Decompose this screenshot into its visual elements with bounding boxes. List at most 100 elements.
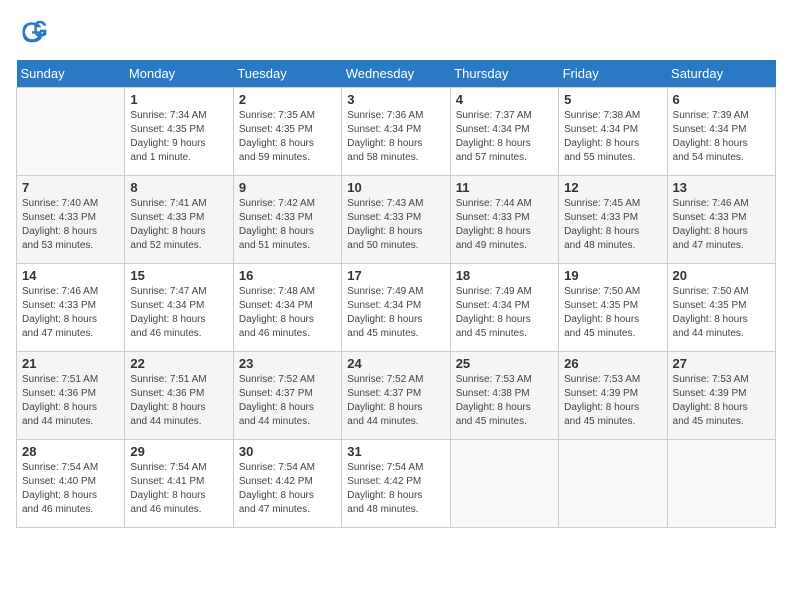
day-info: Sunrise: 7:54 AM Sunset: 4:41 PM Dayligh… — [130, 461, 227, 517]
week-row-3: 14 Sunrise: 7:46 AM Sunset: 4:33 PM Dayli… — [17, 264, 776, 352]
logo-icon — [16, 16, 48, 48]
day-cell: 19Sunrise: 7:50 AM Sunset: 4:35 PM Dayli… — [559, 264, 667, 352]
day-cell: 27Sunrise: 7:53 AM Sunset: 4:39 PM Dayli… — [667, 352, 775, 440]
day-number: 1 — [130, 92, 227, 107]
day-info: Sunrise: 7:50 AM Sunset: 4:35 PM Dayligh… — [564, 285, 661, 341]
day-cell: 22 Sunrise: 7:51 AM Sunset: 4:36 PM Dayli… — [125, 352, 233, 440]
day-cell: 13 Sunrise: 7:46 AM Sunset: 4:33 PM Dayli… — [667, 176, 775, 264]
day-cell: 4 Sunrise: 7:37 AM Sunset: 4:34 PM Daylig… — [450, 88, 558, 176]
day-number: 23 — [239, 356, 336, 371]
day-info: Sunrise: 7:35 AM Sunset: 4:35 PM Dayligh… — [239, 109, 336, 165]
day-info: Sunrise: 7:49 AM Sunset: 4:34 PM Dayligh… — [456, 285, 553, 341]
day-number: 22 — [130, 356, 227, 371]
day-cell — [17, 88, 125, 176]
day-number: 6 — [673, 92, 770, 107]
day-cell — [559, 440, 667, 528]
day-cell: 24 Sunrise: 7:52 AM Sunset: 4:37 PM Dayli… — [342, 352, 450, 440]
day-info: Sunrise: 7:48 AM Sunset: 4:34 PM Dayligh… — [239, 285, 336, 341]
day-info: Sunrise: 7:39 AM Sunset: 4:34 PM Dayligh… — [673, 109, 770, 165]
day-number: 28 — [22, 444, 119, 459]
day-cell: 5 Sunrise: 7:38 AM Sunset: 4:34 PM Daylig… — [559, 88, 667, 176]
day-number: 26 — [564, 356, 661, 371]
header-cell-thursday: Thursday — [450, 60, 558, 88]
day-number: 18 — [456, 268, 553, 283]
day-info: Sunrise: 7:54 AM Sunset: 4:40 PM Dayligh… — [22, 461, 119, 517]
day-number: 17 — [347, 268, 444, 283]
week-row-2: 7Sunrise: 7:40 AM Sunset: 4:33 PM Daylig… — [17, 176, 776, 264]
day-cell: 31Sunrise: 7:54 AM Sunset: 4:42 PM Dayli… — [342, 440, 450, 528]
day-number: 24 — [347, 356, 444, 371]
day-cell — [450, 440, 558, 528]
day-cell: 10 Sunrise: 7:43 AM Sunset: 4:33 PM Dayli… — [342, 176, 450, 264]
day-number: 16 — [239, 268, 336, 283]
day-cell: 8 Sunrise: 7:41 AM Sunset: 4:33 PM Daylig… — [125, 176, 233, 264]
day-cell: 3Sunrise: 7:36 AM Sunset: 4:34 PM Daylig… — [342, 88, 450, 176]
day-cell: 26Sunrise: 7:53 AM Sunset: 4:39 PM Dayli… — [559, 352, 667, 440]
day-info: Sunrise: 7:44 AM Sunset: 4:33 PM Dayligh… — [456, 197, 553, 253]
day-number: 5 — [564, 92, 661, 107]
day-number: 3 — [347, 92, 444, 107]
day-info: Sunrise: 7:54 AM Sunset: 4:42 PM Dayligh… — [239, 461, 336, 517]
day-info: Sunrise: 7:43 AM Sunset: 4:33 PM Dayligh… — [347, 197, 444, 253]
day-cell: 21 Sunrise: 7:51 AM Sunset: 4:36 PM Dayli… — [17, 352, 125, 440]
day-number: 4 — [456, 92, 553, 107]
day-info: Sunrise: 7:34 AM Sunset: 4:35 PM Dayligh… — [130, 109, 227, 165]
day-cell: 2 Sunrise: 7:35 AM Sunset: 4:35 PM Daylig… — [233, 88, 341, 176]
header — [16, 16, 776, 48]
day-number: 8 — [130, 180, 227, 195]
day-info: Sunrise: 7:51 AM Sunset: 4:36 PM Dayligh… — [130, 373, 227, 429]
day-number: 2 — [239, 92, 336, 107]
day-cell: 9 Sunrise: 7:42 AM Sunset: 4:33 PM Daylig… — [233, 176, 341, 264]
header-row: SundayMondayTuesdayWednesdayThursdayFrid… — [17, 60, 776, 88]
day-cell: 29 Sunrise: 7:54 AM Sunset: 4:41 PM Dayli… — [125, 440, 233, 528]
header-cell-sunday: Sunday — [17, 60, 125, 88]
day-number: 9 — [239, 180, 336, 195]
day-info: Sunrise: 7:53 AM Sunset: 4:39 PM Dayligh… — [673, 373, 770, 429]
day-info: Sunrise: 7:52 AM Sunset: 4:37 PM Dayligh… — [347, 373, 444, 429]
day-number: 29 — [130, 444, 227, 459]
day-cell: 17 Sunrise: 7:49 AM Sunset: 4:34 PM Dayli… — [342, 264, 450, 352]
day-number: 30 — [239, 444, 336, 459]
week-row-5: 28 Sunrise: 7:54 AM Sunset: 4:40 PM Dayli… — [17, 440, 776, 528]
day-info: Sunrise: 7:53 AM Sunset: 4:38 PM Dayligh… — [456, 373, 553, 429]
day-cell — [667, 440, 775, 528]
day-number: 15 — [130, 268, 227, 283]
day-info: Sunrise: 7:37 AM Sunset: 4:34 PM Dayligh… — [456, 109, 553, 165]
day-info: Sunrise: 7:46 AM Sunset: 4:33 PM Dayligh… — [22, 285, 119, 341]
day-cell: 12Sunrise: 7:45 AM Sunset: 4:33 PM Dayli… — [559, 176, 667, 264]
day-info: Sunrise: 7:49 AM Sunset: 4:34 PM Dayligh… — [347, 285, 444, 341]
day-info: Sunrise: 7:45 AM Sunset: 4:33 PM Dayligh… — [564, 197, 661, 253]
day-cell: 15 Sunrise: 7:47 AM Sunset: 4:34 PM Dayli… — [125, 264, 233, 352]
day-info: Sunrise: 7:52 AM Sunset: 4:37 PM Dayligh… — [239, 373, 336, 429]
day-info: Sunrise: 7:46 AM Sunset: 4:33 PM Dayligh… — [673, 197, 770, 253]
day-cell: 23 Sunrise: 7:52 AM Sunset: 4:37 PM Dayli… — [233, 352, 341, 440]
day-number: 14 — [22, 268, 119, 283]
day-info: Sunrise: 7:51 AM Sunset: 4:36 PM Dayligh… — [22, 373, 119, 429]
day-info: Sunrise: 7:42 AM Sunset: 4:33 PM Dayligh… — [239, 197, 336, 253]
day-info: Sunrise: 7:54 AM Sunset: 4:42 PM Dayligh… — [347, 461, 444, 517]
day-number: 25 — [456, 356, 553, 371]
day-cell: 25 Sunrise: 7:53 AM Sunset: 4:38 PM Dayli… — [450, 352, 558, 440]
day-cell: 14 Sunrise: 7:46 AM Sunset: 4:33 PM Dayli… — [17, 264, 125, 352]
day-cell: 1 Sunrise: 7:34 AM Sunset: 4:35 PM Daylig… — [125, 88, 233, 176]
header-cell-tuesday: Tuesday — [233, 60, 341, 88]
logo — [16, 16, 52, 48]
day-number: 13 — [673, 180, 770, 195]
day-cell: 16 Sunrise: 7:48 AM Sunset: 4:34 PM Dayli… — [233, 264, 341, 352]
day-info: Sunrise: 7:38 AM Sunset: 4:34 PM Dayligh… — [564, 109, 661, 165]
day-cell: 6 Sunrise: 7:39 AM Sunset: 4:34 PM Daylig… — [667, 88, 775, 176]
day-cell: 7Sunrise: 7:40 AM Sunset: 4:33 PM Daylig… — [17, 176, 125, 264]
header-cell-friday: Friday — [559, 60, 667, 88]
day-info: Sunrise: 7:41 AM Sunset: 4:33 PM Dayligh… — [130, 197, 227, 253]
day-info: Sunrise: 7:47 AM Sunset: 4:34 PM Dayligh… — [130, 285, 227, 341]
header-cell-saturday: Saturday — [667, 60, 775, 88]
week-row-4: 21 Sunrise: 7:51 AM Sunset: 4:36 PM Dayli… — [17, 352, 776, 440]
day-cell: 18 Sunrise: 7:49 AM Sunset: 4:34 PM Dayli… — [450, 264, 558, 352]
day-cell: 20Sunrise: 7:50 AM Sunset: 4:35 PM Dayli… — [667, 264, 775, 352]
day-cell: 28 Sunrise: 7:54 AM Sunset: 4:40 PM Dayli… — [17, 440, 125, 528]
day-number: 21 — [22, 356, 119, 371]
day-number: 10 — [347, 180, 444, 195]
day-cell: 11 Sunrise: 7:44 AM Sunset: 4:33 PM Dayli… — [450, 176, 558, 264]
day-number: 11 — [456, 180, 553, 195]
day-info: Sunrise: 7:40 AM Sunset: 4:33 PM Dayligh… — [22, 197, 119, 253]
